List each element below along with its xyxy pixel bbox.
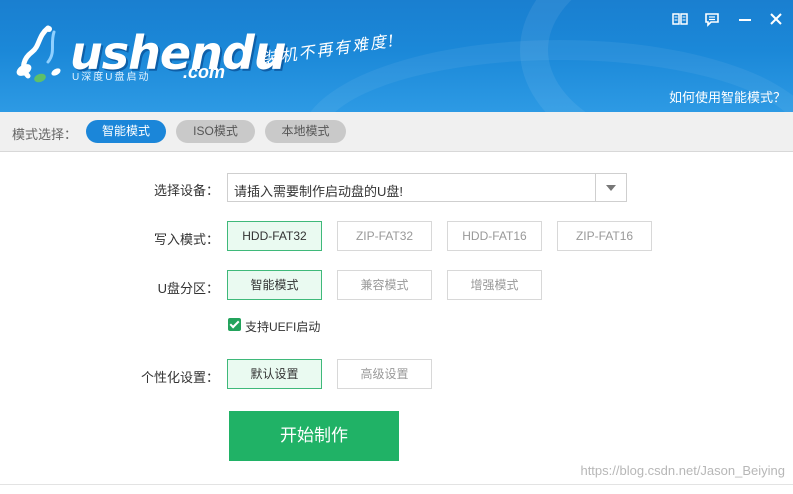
device-select[interactable]: 请插入需要制作启动盘的U盘!: [227, 173, 627, 202]
mode-iso-button[interactable]: ISO模式: [176, 120, 255, 143]
partition-compat-option[interactable]: 兼容模式: [337, 270, 432, 300]
write-mode-hdd-fat16[interactable]: HDD-FAT16: [447, 221, 542, 251]
minimize-icon[interactable]: [736, 10, 754, 28]
write-mode-zip-fat32[interactable]: ZIP-FAT32: [337, 221, 432, 251]
book-icon[interactable]: [671, 10, 689, 28]
brand-subtitle: U深度U盘启动: [72, 72, 151, 83]
write-mode-hdd-fat32[interactable]: HDD-FAT32: [227, 221, 322, 251]
close-icon[interactable]: [767, 10, 785, 28]
mode-local-button[interactable]: 本地模式: [265, 120, 346, 143]
mode-smart-button[interactable]: 智能模式: [86, 120, 166, 143]
personalize-advanced-option[interactable]: 高级设置: [337, 359, 432, 389]
uefi-label: 支持UEFI启动: [245, 320, 321, 334]
write-mode-label: 写入模式：: [153, 232, 219, 247]
partition-enhanced-option[interactable]: 增强模式: [447, 270, 542, 300]
device-select-value: 请插入需要制作启动盘的U盘!: [234, 184, 404, 199]
mode-bar: 模式选择： 智能模式 ISO模式 本地模式: [0, 112, 793, 152]
partition-smart-option[interactable]: 智能模式: [227, 270, 322, 300]
logo-icon: [16, 25, 61, 83]
title-bar: ushendu U深度U盘启动 .com 装机不再有难度! 如何使用智能模式？: [0, 0, 793, 112]
start-button[interactable]: 开始制作: [229, 411, 399, 461]
chevron-down-icon[interactable]: [595, 174, 626, 201]
partition-label: U盘分区：: [157, 281, 219, 296]
mode-select-label: 模式选择：: [12, 127, 78, 142]
device-label: 选择设备：: [153, 183, 219, 198]
write-mode-zip-fat16[interactable]: ZIP-FAT16: [557, 221, 652, 251]
bottom-divider: [0, 484, 793, 485]
brand-domain: .com: [183, 62, 226, 82]
personalize-label: 个性化设置：: [140, 370, 219, 385]
watermark: https://blog.csdn.net/Jason_Beiying: [580, 463, 785, 478]
chat-icon[interactable]: [703, 10, 721, 28]
personalize-default-option[interactable]: 默认设置: [227, 359, 322, 389]
checkbox-checked-icon[interactable]: [228, 318, 241, 331]
help-link[interactable]: 如何使用智能模式？: [669, 87, 786, 106]
